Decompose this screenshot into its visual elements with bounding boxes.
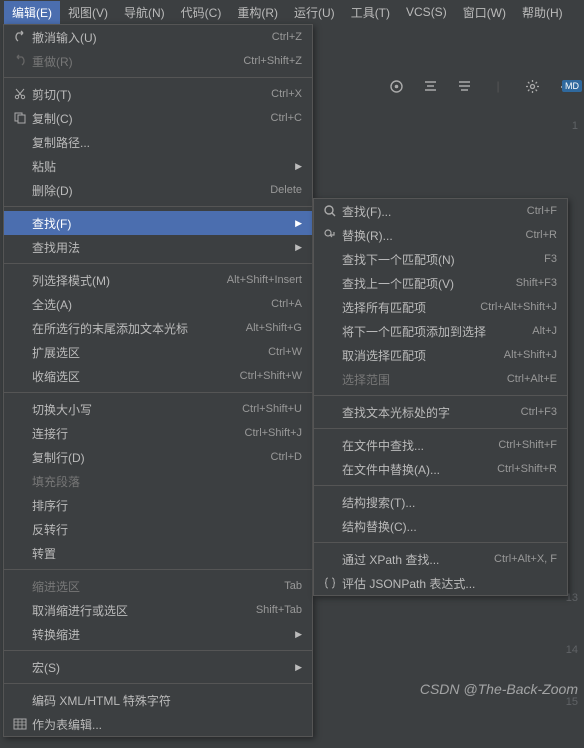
add-caret-item[interactable]: 在所选行的末尾添加文本光标Alt+Shift+G	[4, 316, 312, 340]
chevron-right-icon: ▶	[295, 662, 302, 673]
separator	[4, 650, 312, 651]
sub-sel-range-item: 选择范围Ctrl+Alt+E	[314, 367, 567, 391]
dup-line-item[interactable]: 复制行(D)Ctrl+D	[4, 445, 312, 469]
undo-label: 撤消输入(U)	[30, 29, 272, 46]
table-icon	[10, 717, 30, 731]
menu-vcs[interactable]: VCS(S)	[398, 2, 455, 22]
json-icon	[320, 576, 340, 590]
sub-find-next-item[interactable]: 查找下一个匹配项(N)F3	[314, 247, 567, 271]
find-item[interactable]: 查找(F)▶	[4, 211, 312, 235]
select-all-item[interactable]: 全选(A)Ctrl+A	[4, 292, 312, 316]
align-split-icon[interactable]	[456, 78, 472, 94]
sub-find-item[interactable]: 查找(F)...Ctrl+F	[314, 199, 567, 223]
line-number: 15	[558, 696, 580, 748]
cut-item[interactable]: 剪切(T) Ctrl+X	[4, 82, 312, 106]
fill-para-item: 填充段落	[4, 469, 312, 493]
copy-icon	[10, 111, 30, 125]
unindent-item[interactable]: 取消缩进行或选区Shift+Tab	[4, 598, 312, 622]
sub-struct-search-item[interactable]: 结构搜索(T)...	[314, 490, 567, 514]
column-select-item[interactable]: 列选择模式(M)Alt+Shift+Insert	[4, 268, 312, 292]
transpose-item[interactable]: 转置	[4, 541, 312, 565]
menu-tools[interactable]: 工具(T)	[343, 1, 398, 24]
menu-run[interactable]: 运行(U)	[286, 1, 343, 24]
sub-replace-files-item[interactable]: 在文件中替换(A)...Ctrl+Shift+R	[314, 457, 567, 481]
macros-item[interactable]: 宏(S)▶	[4, 655, 312, 679]
find-submenu: 查找(F)...Ctrl+F 替换(R)...Ctrl+R 查找下一个匹配项(N…	[313, 198, 568, 596]
sub-unselect-item[interactable]: 取消选择匹配项Alt+Shift+J	[314, 343, 567, 367]
gear-icon[interactable]	[524, 78, 540, 94]
separator	[4, 569, 312, 570]
toolbar: |	[388, 78, 574, 94]
undo-sc: Ctrl+Z	[272, 31, 302, 43]
sub-struct-replace-item[interactable]: 结构替换(C)...	[314, 514, 567, 538]
watermark-text: CSDN @The-Back-Zoom	[420, 681, 578, 697]
edit-dropdown: 撤消输入(U) Ctrl+Z 重做(R) Ctrl+Shift+Z 剪切(T) …	[3, 24, 313, 737]
extend-sel-item[interactable]: 扩展选区Ctrl+W	[4, 340, 312, 364]
reverse-item[interactable]: 反转行	[4, 517, 312, 541]
separator	[4, 263, 312, 264]
redo-item: 重做(R) Ctrl+Shift+Z	[4, 49, 312, 73]
join-lines-item[interactable]: 连接行Ctrl+Shift+J	[4, 421, 312, 445]
search-icon	[320, 204, 340, 218]
undo-icon	[10, 30, 30, 44]
separator	[4, 392, 312, 393]
menu-view[interactable]: 视图(V)	[60, 1, 116, 24]
table-edit-item[interactable]: 作为表编辑...	[4, 712, 312, 736]
chevron-right-icon: ▶	[295, 218, 302, 229]
sub-word-caret-item[interactable]: 查找文本光标处的字Ctrl+F3	[314, 400, 567, 424]
separator	[4, 77, 312, 78]
divider: |	[490, 78, 506, 94]
main-menubar: 编辑(E) 视图(V) 导航(N) 代码(C) 重构(R) 运行(U) 工具(T…	[0, 0, 584, 24]
find-usages-item[interactable]: 查找用法▶	[4, 235, 312, 259]
separator	[4, 206, 312, 207]
toggle-case-item[interactable]: 切换大小写Ctrl+Shift+U	[4, 397, 312, 421]
sub-jsonpath-item[interactable]: 评估 JSONPath 表达式...	[314, 571, 567, 595]
separator	[314, 428, 567, 429]
sub-xpath-item[interactable]: 通过 XPath 查找...Ctrl+Alt+X, F	[314, 547, 567, 571]
redo-icon	[10, 54, 30, 68]
encode-xml-item[interactable]: 编码 XML/HTML 特殊字符	[4, 688, 312, 712]
sub-sel-all-item[interactable]: 选择所有匹配项Ctrl+Alt+Shift+J	[314, 295, 567, 319]
menu-window[interactable]: 窗口(W)	[455, 1, 514, 24]
delete-item[interactable]: 删除(D)Delete	[4, 178, 312, 202]
menu-code[interactable]: 代码(C)	[173, 1, 230, 24]
sub-replace-item[interactable]: 替换(R)...Ctrl+R	[314, 223, 567, 247]
copy-item[interactable]: 复制(C) Ctrl+C	[4, 106, 312, 130]
separator	[314, 485, 567, 486]
copy-path-item[interactable]: 复制路径...	[4, 130, 312, 154]
paste-item[interactable]: 粘贴▶	[4, 154, 312, 178]
convert-indent-item[interactable]: 转换缩进▶	[4, 622, 312, 646]
line-number: 13	[558, 592, 580, 644]
separator	[314, 395, 567, 396]
menu-edit[interactable]: 编辑(E)	[4, 1, 60, 24]
menu-help[interactable]: 帮助(H)	[514, 1, 571, 24]
separator	[4, 683, 312, 684]
align-center-icon[interactable]	[422, 78, 438, 94]
md-badge: MD	[562, 80, 582, 92]
shrink-sel-item[interactable]: 收缩选区Ctrl+Shift+W	[4, 364, 312, 388]
menu-refactor[interactable]: 重构(R)	[229, 1, 286, 24]
sub-find-prev-item[interactable]: 查找上一个匹配项(V)Shift+F3	[314, 271, 567, 295]
chevron-right-icon: ▶	[295, 242, 302, 253]
sub-add-next-item[interactable]: 将下一个匹配项添加到选择Alt+J	[314, 319, 567, 343]
line-number: 1	[558, 120, 580, 172]
separator	[314, 542, 567, 543]
sort-lines-item[interactable]: 排序行	[4, 493, 312, 517]
replace-icon	[320, 228, 340, 242]
target-icon[interactable]	[388, 78, 404, 94]
scissors-icon	[10, 87, 30, 101]
sub-find-files-item[interactable]: 在文件中查找...Ctrl+Shift+F	[314, 433, 567, 457]
indent-sel-item: 缩进选区Tab	[4, 574, 312, 598]
chevron-right-icon: ▶	[295, 161, 302, 172]
chevron-right-icon: ▶	[295, 629, 302, 640]
undo-item[interactable]: 撤消输入(U) Ctrl+Z	[4, 25, 312, 49]
menu-navigate[interactable]: 导航(N)	[116, 1, 173, 24]
